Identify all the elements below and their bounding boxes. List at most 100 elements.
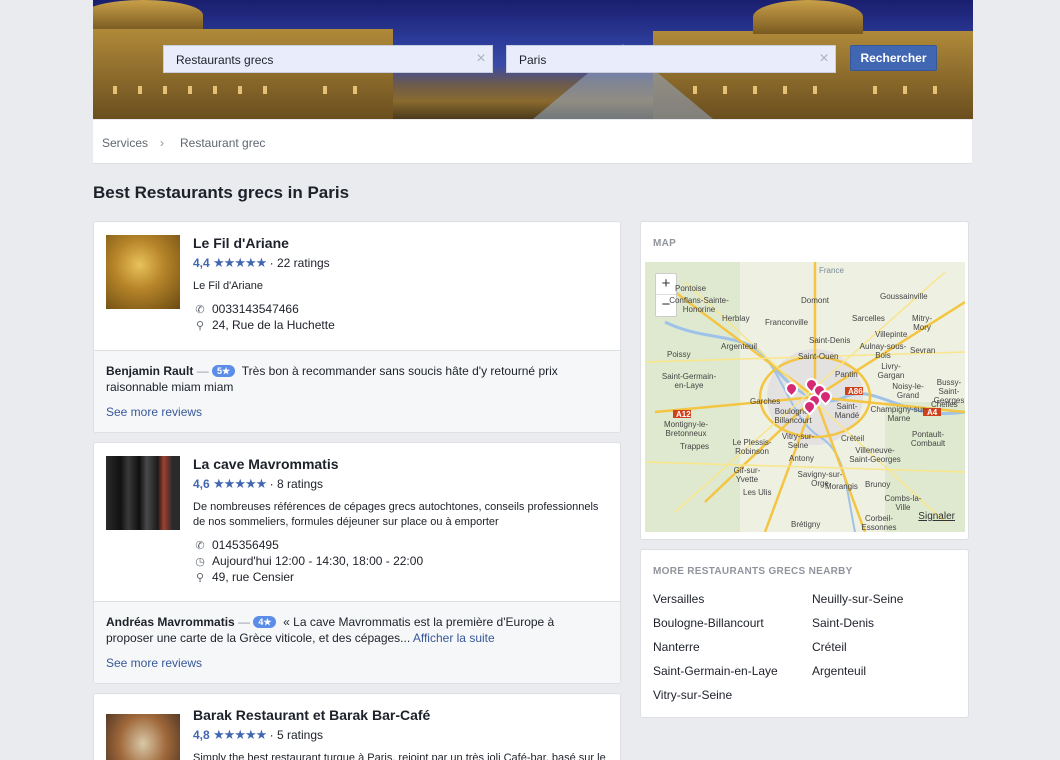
page-title: Best Restaurants grecs in Paris (93, 183, 350, 202)
road-shield: A12 (676, 410, 691, 419)
phone-row: ✆ 0033143547466 (193, 302, 299, 316)
hours-row: ◷ Aujourd'hui 12:00 - 14:30, 18:00 - 22:0… (193, 554, 423, 568)
review-author[interactable]: Benjamin Rault (106, 364, 193, 378)
restaurant-photo[interactable] (106, 714, 180, 760)
restaurant-description: Simply the best restaurant turque à Pari… (193, 752, 606, 760)
nearby-link[interactable]: Vitry-sur-Seine (653, 688, 732, 702)
nearby-link[interactable]: Créteil (812, 640, 847, 654)
nearby-link[interactable]: Saint-Germain-en-Laye (653, 664, 778, 678)
map-label: Saint-Ouen (798, 352, 839, 361)
nearby-panel: MORE RESTAURANTS GRECS NEARBY Versailles… (640, 549, 969, 718)
map-label: Combs-la-Ville (884, 494, 922, 512)
ratings-count: · 5 ratings (269, 728, 324, 742)
map-label: Conflans-Sainte-Honorine (669, 296, 729, 314)
map-label: Antony (789, 454, 814, 463)
review-block: Andréas Mavrommatis — 4★ « La cave Mavro… (94, 601, 620, 683)
location-pin-icon: ⚲ (195, 320, 205, 332)
map[interactable]: + − France Pontoise Domont Goussainville… (645, 262, 965, 532)
zoom-in-button[interactable]: + (656, 274, 676, 295)
clear-location-icon[interactable]: × (817, 50, 831, 68)
phone-row: ✆ 0145356495 (193, 538, 279, 552)
address-row: ⚲ 49, rue Censier (193, 570, 294, 584)
map-label: Saint-Mandé (834, 402, 860, 420)
location-input[interactable]: Paris × (506, 45, 836, 73)
nearby-link[interactable]: Versailles (653, 592, 704, 606)
map-label: Villepinte (875, 330, 908, 339)
restaurant-description: Le Fil d'Ariane (193, 280, 263, 292)
show-more-link[interactable]: Afficher la suite (413, 631, 495, 645)
map-label: Les Ulis (743, 488, 772, 497)
nearby-link[interactable]: Argenteuil (812, 664, 866, 678)
report-map-link[interactable]: Signaler (918, 511, 955, 522)
rating-value: 4,8 (193, 728, 210, 742)
phone-number[interactable]: 0145356495 (212, 538, 279, 552)
map-label: Argenteuil (721, 342, 758, 351)
rating-value: 4,6 (193, 477, 210, 491)
rating-line: 4,4 ★★★★★ · 22 ratings (193, 255, 330, 271)
restaurant-name[interactable]: La cave Mavrommatis (193, 456, 339, 472)
location-value: Paris (519, 53, 547, 67)
map-panel: MAP + − France Pontoise Domont Goussainv… (640, 221, 969, 540)
rating-value: 4,4 (193, 256, 210, 270)
star-rating-icon: ★★★★★ (213, 727, 267, 742)
map-label: Saint-Denis (809, 336, 851, 345)
map-label: Goussainville (880, 292, 928, 301)
map-label: Mitry-Mory (912, 314, 932, 332)
review-author[interactable]: Andréas Mavrommatis (106, 615, 235, 629)
breadcrumb-restaurant-grec[interactable]: Restaurant grec (180, 136, 265, 150)
see-more-reviews-link[interactable]: See more reviews (106, 656, 202, 670)
nearby-link[interactable]: Boulogne-Billancourt (653, 616, 764, 630)
breadcrumb-services[interactable]: Services (102, 136, 148, 150)
restaurant-card: La cave Mavrommatis 4,6 ★★★★★ · 8 rating… (93, 442, 621, 684)
review-dash: — (193, 364, 213, 378)
map-heading: MAP (653, 238, 677, 249)
road-shield: A4 (927, 408, 938, 417)
clear-query-icon[interactable]: × (474, 50, 488, 68)
review-score-badge: 5★ (212, 365, 236, 377)
map-label: Créteil (841, 434, 865, 443)
map-label: France (819, 266, 844, 275)
restaurant-name[interactable]: Barak Restaurant et Barak Bar-Café (193, 707, 430, 723)
rating-line: 4,6 ★★★★★ · 8 ratings (193, 476, 323, 492)
palace-dome-right (753, 0, 863, 34)
ratings-count: · 8 ratings (269, 477, 324, 491)
nearby-link[interactable]: Saint-Denis (812, 616, 874, 630)
see-more-reviews-link[interactable]: See more reviews (106, 405, 202, 419)
review-text: Benjamin Rault — 5★ Très bon à recommand… (106, 363, 586, 395)
search-button[interactable]: Rechercher (850, 45, 937, 71)
palace-dome (93, 0, 203, 30)
map-label: Morangis (825, 482, 858, 491)
map-label: Montigny-le-Bretonneux (663, 420, 708, 438)
restaurant-name[interactable]: Le Fil d'Ariane (193, 235, 289, 251)
map-label: Pontoise (675, 284, 707, 293)
map-label: Villeneuve-Saint-Georges (849, 446, 901, 464)
restaurant-card: Barak Restaurant et Barak Bar-Café 4,8 ★… (93, 693, 621, 760)
map-label: Gif-sur-Yvette (733, 466, 761, 484)
map-label: Champigny-sur-Marne (870, 405, 928, 423)
map-label: Poissy (667, 350, 691, 359)
restaurant-photo[interactable] (106, 456, 180, 530)
restaurant-photo[interactable] (106, 235, 180, 309)
map-label: Herblay (722, 314, 750, 323)
breadcrumb: Services › Restaurant grec (93, 120, 972, 164)
map-label: Garches (750, 397, 781, 406)
nearby-link[interactable]: Nanterre (653, 640, 700, 654)
map-label: Sevran (910, 346, 936, 355)
nearby-link[interactable]: Neuilly-sur-Seine (812, 592, 903, 606)
map-label: Pontault-Combault (910, 430, 946, 448)
review-dash: — (234, 615, 254, 629)
location-pin-icon: ⚲ (195, 572, 205, 584)
clock-icon: ◷ (195, 556, 205, 568)
query-input[interactable]: Restaurants grecs × (163, 45, 493, 73)
address: 49, rue Censier (212, 570, 295, 584)
nearby-heading: MORE RESTAURANTS GRECS NEARBY (653, 566, 853, 577)
address: 24, Rue de la Huchette (212, 318, 335, 332)
map-label: Brunoy (865, 480, 891, 489)
star-rating-icon: ★★★★★ (213, 476, 267, 491)
map-label: Sarcelles (852, 314, 885, 323)
restaurant-card: Le Fil d'Ariane 4,4 ★★★★★ · 22 ratings L… (93, 221, 621, 433)
rating-line: 4,8 ★★★★★ · 5 ratings (193, 727, 323, 743)
phone-number[interactable]: 0033143547466 (212, 302, 299, 316)
map-label: Trappes (680, 442, 710, 451)
map-label: Livry-Gargan (877, 362, 905, 380)
